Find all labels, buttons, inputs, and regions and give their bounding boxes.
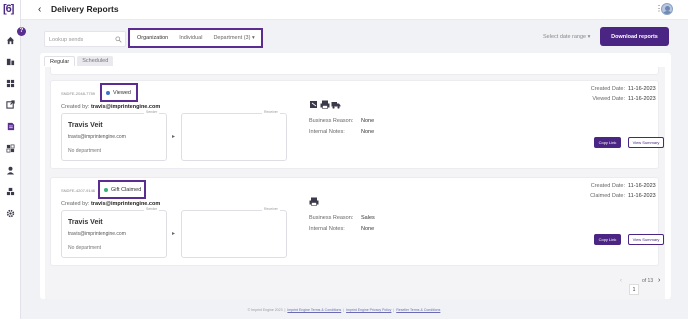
copy-link-button[interactable]: Copy Link: [594, 137, 621, 148]
created-by-label: Created by:: [61, 201, 90, 207]
business-reason-label: Business Reason:: [309, 118, 354, 124]
status-text: Gift Claimed: [111, 186, 142, 193]
sender-name: Travis Veit: [68, 122, 103, 129]
download-reports-button[interactable]: Download reports: [600, 27, 669, 46]
app-logo[interactable]: [6]: [3, 3, 14, 15]
prev-page-icon[interactable]: ‹: [620, 278, 622, 284]
view-summary-button[interactable]: View Summary: [628, 234, 664, 245]
status-dot: [104, 187, 108, 192]
printer-gift-icon[interactable]: [309, 197, 319, 206]
previous-card-edge: [50, 67, 659, 75]
created-date-value: 11-16-2023: [628, 183, 656, 189]
copy-link-button[interactable]: Copy Link: [594, 234, 621, 245]
footer: © Imprint Engine 2023 | Imprint Engine T…: [247, 308, 441, 312]
sender-label: Sender: [144, 207, 160, 211]
send-card: SNDFE-2048-7759 Viewed Created by: travi…: [50, 80, 664, 169]
status-badge: Viewed: [100, 83, 138, 102]
status-text: Viewed: [113, 89, 131, 96]
send-list: SNDFE-2048-7759 Viewed Created by: travi…: [45, 67, 665, 299]
search-icon[interactable]: [115, 36, 122, 43]
sender-box: Sender Travis Veit travis@imprintengine.…: [61, 207, 167, 258]
help-badge[interactable]: ?: [17, 27, 26, 36]
sender-department: No department: [68, 148, 102, 154]
puzzle-icon[interactable]: [5, 143, 16, 154]
created-date-label: Created Date:: [590, 183, 625, 189]
internal-notes-label: Internal Notes:: [309, 226, 345, 232]
page-title: Delivery Reports: [51, 4, 119, 14]
back-chevron-icon[interactable]: ‹: [38, 5, 41, 15]
view-summary-button[interactable]: View Summary: [628, 137, 664, 148]
viewed-date-label: Viewed Date:: [592, 96, 625, 102]
send-id: SNDFE-4207-9146: [61, 188, 96, 193]
sender-name: Travis Veit: [68, 219, 103, 226]
send-id: SNDFE-2048-7759: [61, 91, 96, 96]
status-dot: [106, 90, 110, 95]
receiver-box: Receiver: [181, 110, 287, 161]
inventory-icon[interactable]: [5, 186, 16, 197]
export-icon[interactable]: [5, 99, 16, 110]
reseller-terms-link[interactable]: Reseller Terms & Conditions: [396, 308, 440, 312]
claimed-date-label: Claimed Date:: [590, 193, 625, 199]
terms-link[interactable]: Imprint Engine Terms & Conditions: [287, 308, 341, 312]
privacy-link[interactable]: Imprint Engine Privacy Policy: [346, 308, 391, 312]
internal-notes-label: Internal Notes:: [309, 129, 345, 135]
created-by-label: Created by:: [61, 104, 90, 110]
status-badge: Gift Claimed: [98, 180, 146, 199]
internal-notes-value: None: [361, 226, 375, 232]
avatar-body: [663, 11, 672, 14]
sender-label: Sender: [144, 110, 160, 114]
home-icon[interactable]: [5, 35, 16, 46]
truck-icon[interactable]: [331, 100, 341, 109]
user-icon[interactable]: [5, 165, 16, 176]
arrow-right-icon: ▸: [172, 134, 176, 140]
date-range-select[interactable]: Select date range ▾: [543, 34, 590, 40]
arrow-right-icon: ▸: [172, 231, 176, 237]
page-number-input[interactable]: 1: [629, 284, 639, 295]
grid-icon[interactable]: [5, 78, 16, 89]
avatar[interactable]: [661, 3, 673, 15]
gift-icon[interactable]: [5, 56, 16, 67]
tab-organization[interactable]: Organization: [137, 35, 168, 41]
reports-icon[interactable]: [5, 121, 16, 132]
gift-item-icons: [309, 100, 342, 109]
card-gift-icon[interactable]: [309, 100, 319, 109]
viewed-date-value: 11-16-2023: [628, 96, 656, 102]
search-box: [44, 31, 126, 47]
page-count: of 13: [642, 278, 654, 284]
claimed-date-value: 11-16-2023: [628, 193, 656, 199]
content-panel: Regular Scheduled SNDFE-2048-7759 Viewed…: [40, 53, 671, 299]
scope-filter-tabs: Organization Individual Department (3) ▾: [128, 28, 263, 48]
sidebar: [6]: [0, 0, 21, 319]
gift-item-icons: [309, 197, 320, 206]
tab-scheduled[interactable]: Scheduled: [77, 56, 114, 66]
business-reason-value: Sales: [361, 215, 375, 221]
tab-regular[interactable]: Regular: [44, 56, 76, 66]
copyright-text: © Imprint Engine 2023: [247, 308, 283, 312]
search-input[interactable]: [49, 35, 113, 44]
settings-icon[interactable]: [5, 208, 16, 219]
sender-department: No department: [68, 245, 102, 251]
sender-email: travis@imprintengine.com: [68, 134, 126, 140]
created-date-value: 11-16-2023: [628, 86, 656, 92]
tab-department[interactable]: Department (3) ▾: [213, 35, 254, 41]
receiver-label: Receiver: [262, 110, 280, 114]
tab-individual[interactable]: Individual: [179, 35, 202, 41]
receiver-box: Receiver: [181, 207, 287, 258]
receiver-label: Receiver: [262, 207, 280, 211]
business-reason-value: None: [361, 118, 375, 124]
created-date-label: Created Date:: [590, 86, 625, 92]
next-page-icon[interactable]: ›: [658, 277, 660, 284]
send-card: SNDFE-4207-9146 Gift Claimed Created by:…: [50, 177, 664, 266]
sender-email: travis@imprintengine.com: [68, 231, 126, 237]
sender-box: Sender Travis Veit travis@imprintengine.…: [61, 110, 167, 161]
top-bar: ‹ Delivery Reports ⋮: [21, 0, 688, 20]
business-reason-label: Business Reason:: [309, 215, 354, 221]
report-type-tabs: Regular Scheduled: [44, 56, 115, 66]
printer-gift-icon[interactable]: [320, 100, 330, 109]
internal-notes-value: None: [361, 129, 375, 135]
